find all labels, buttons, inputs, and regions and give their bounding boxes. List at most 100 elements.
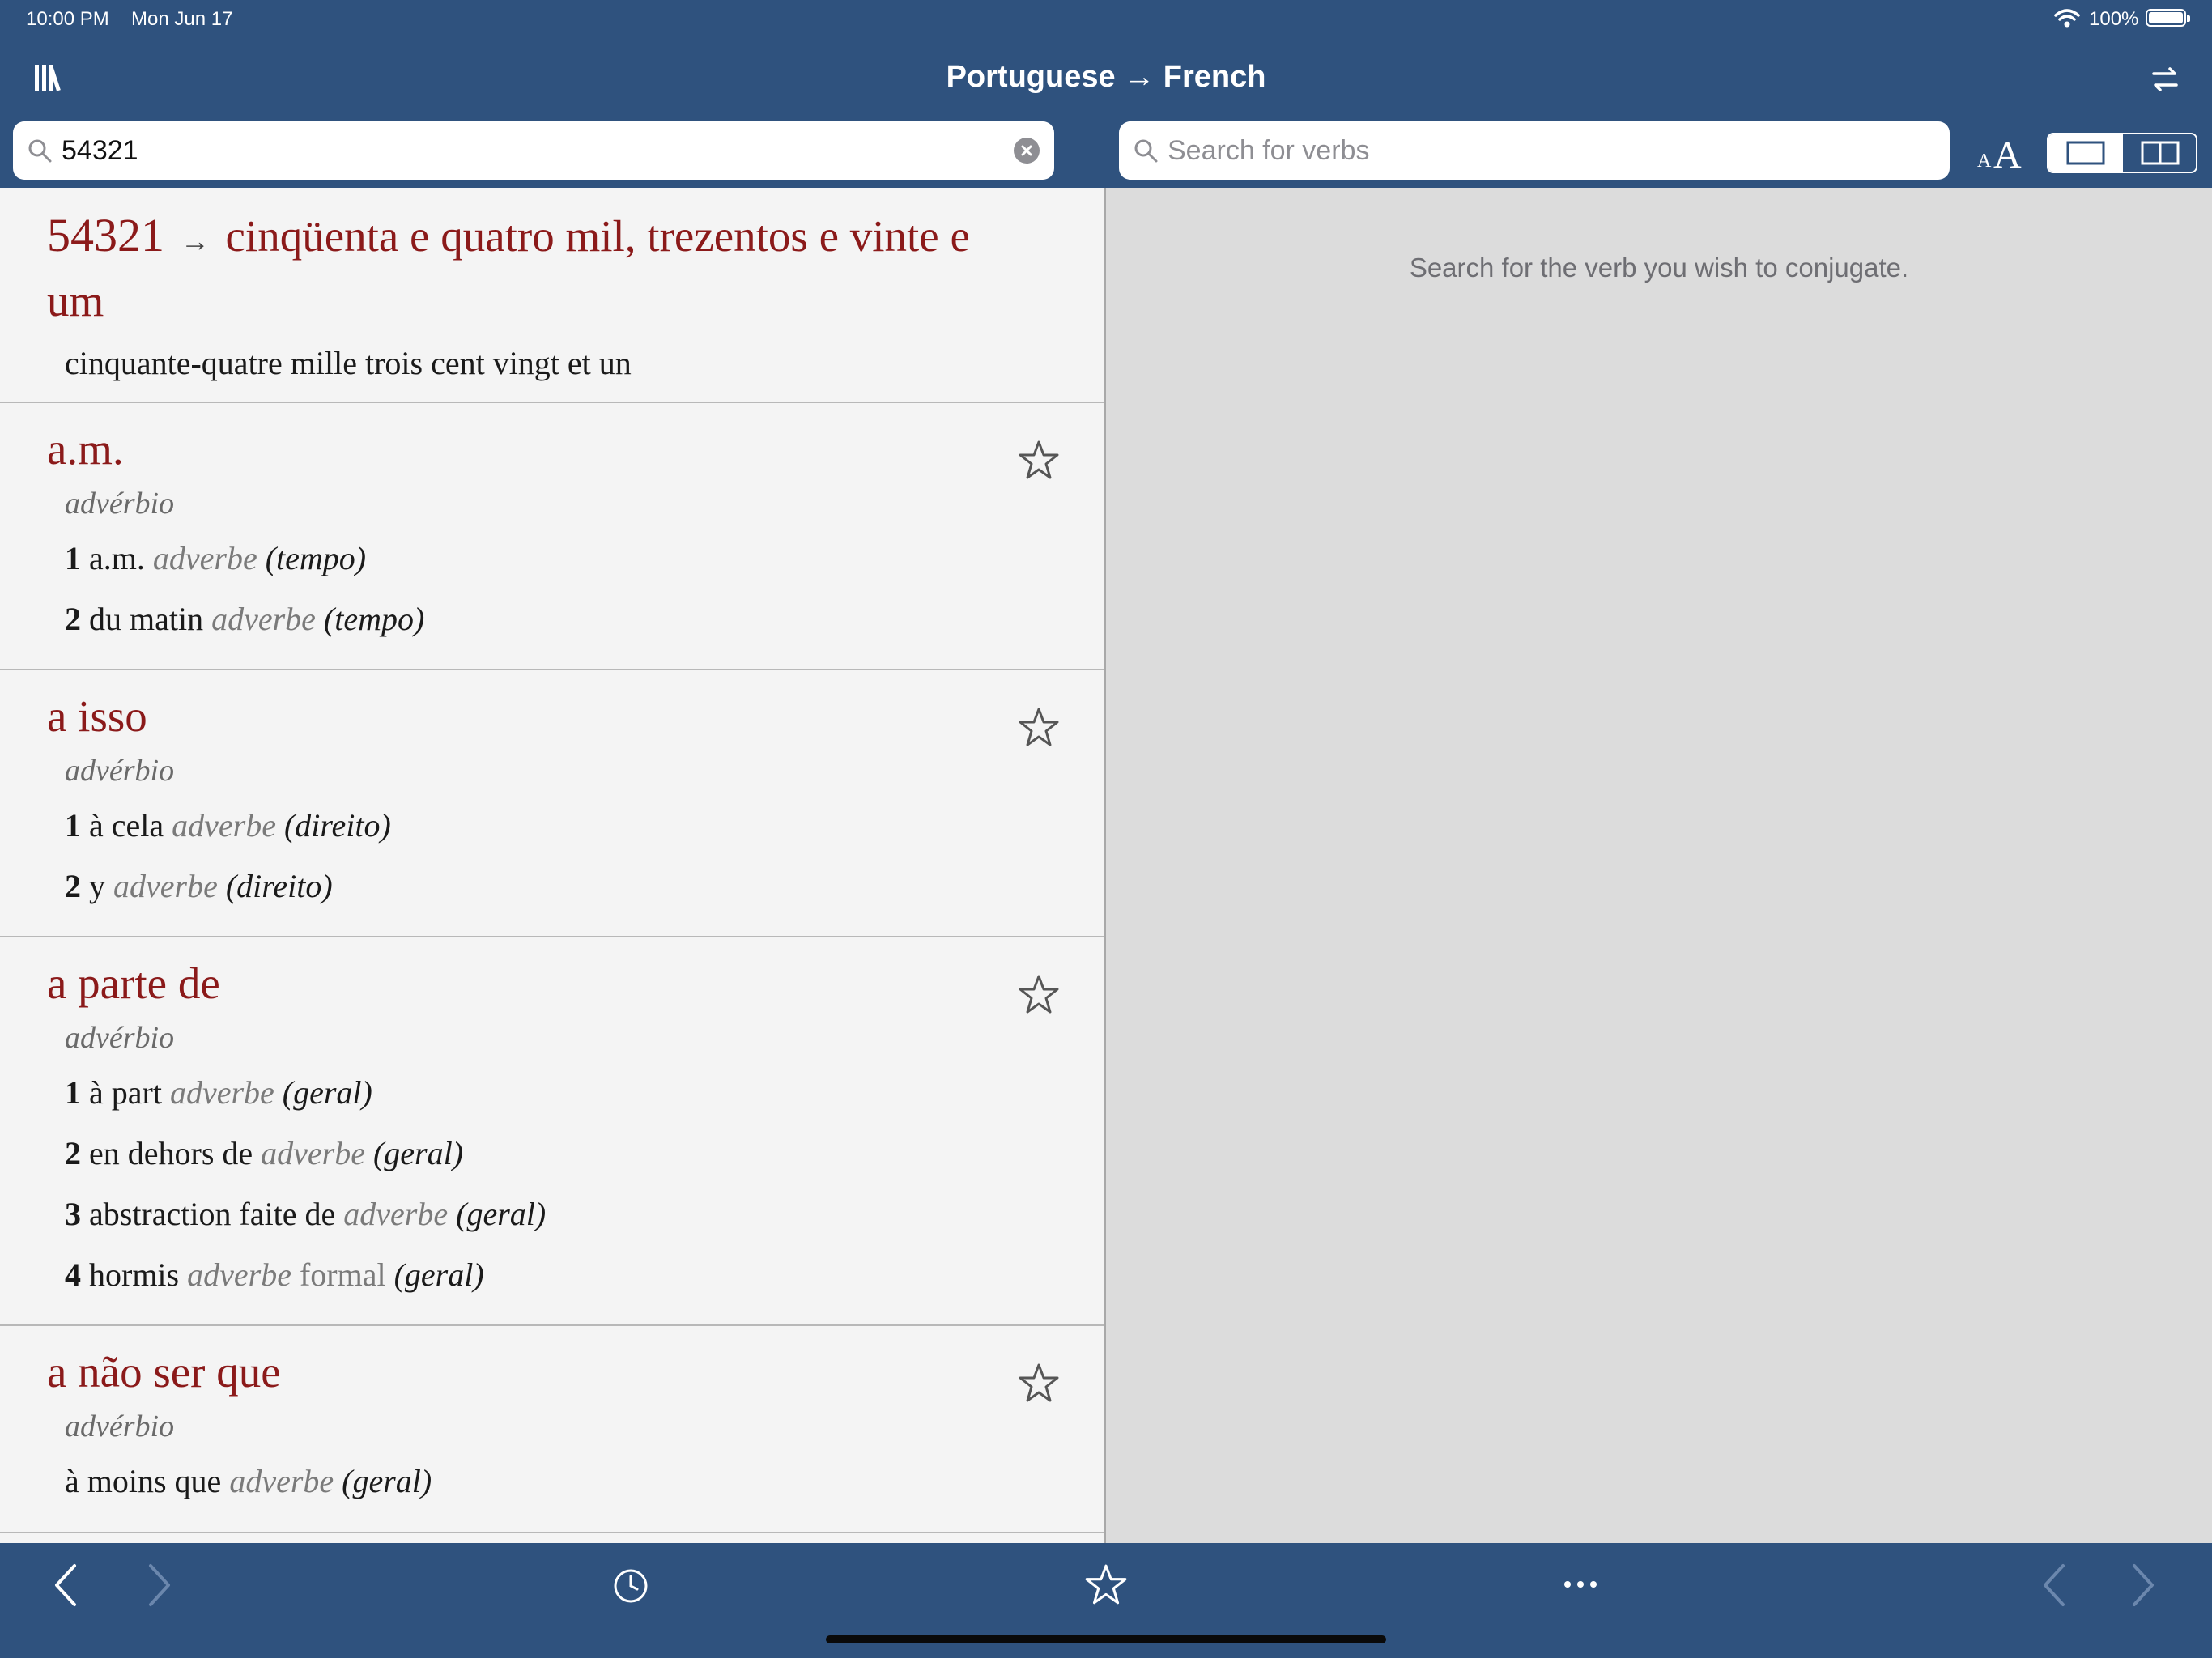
entry-sense: 2 y adverbe (direito): [0, 856, 1104, 916]
star-icon[interactable]: [1017, 973, 1061, 1017]
clear-icon[interactable]: [1014, 138, 1040, 164]
sense-domain: (geral): [456, 1196, 547, 1232]
swap-languages-icon[interactable]: [2149, 63, 2181, 96]
conjugation-pane: Search for the verb you wish to conjugat…: [1106, 188, 2212, 1543]
more-icon[interactable]: [1563, 1579, 1598, 1590]
sense-grammar: adverbe: [343, 1196, 449, 1232]
sense-grammar: adverbe: [113, 868, 218, 904]
entry-part-of-speech: advérbio: [65, 1021, 175, 1055]
sense-grammar: adverbe: [152, 540, 257, 576]
entry-sense: à moins que adverbe (geral): [0, 1451, 1104, 1511]
sense-text: abstraction faite de: [89, 1196, 336, 1232]
star-icon[interactable]: [1017, 706, 1061, 750]
entry-translation: cinquante-quatre mille trois cent vingt …: [65, 345, 632, 381]
entry-headword: a não ser que: [47, 1347, 281, 1397]
sense-grammar: adverbe: [169, 1074, 274, 1111]
status-time: 10:00 PM: [26, 8, 109, 30]
favorites-star-icon[interactable]: [1083, 1562, 1129, 1608]
sense-text: en dehors de: [89, 1135, 253, 1171]
sense-grammar: adverbe: [172, 807, 276, 844]
star-icon[interactable]: [1017, 439, 1061, 483]
entry-sense: 1 a.m. adverbe (tempo): [0, 528, 1104, 589]
status-bar: 10:00 PM Mon Jun 17 100%: [0, 0, 2212, 39]
history-icon[interactable]: [612, 1567, 649, 1605]
dictionary-entry[interactable]: a não ser que advérbio à moins que adverb…: [0, 1326, 1104, 1533]
conjugation-empty-message: Search for the verb you wish to conjugat…: [1409, 253, 1909, 283]
back-icon[interactable]: [52, 1562, 79, 1608]
split-pane-layout-button[interactable]: [2121, 134, 2196, 172]
sense-domain: (geral): [393, 1256, 484, 1293]
sense-register: formal: [299, 1256, 386, 1293]
split-pane-icon: [2141, 141, 2180, 165]
home-indicator[interactable]: [826, 1635, 1386, 1643]
font-size-large-label: A: [1993, 134, 2022, 176]
single-pane-icon: [2066, 141, 2105, 165]
status-date: Mon Jun 17: [131, 8, 233, 30]
sense-grammar: adverbe: [211, 601, 316, 637]
sense-number: 1: [65, 807, 81, 844]
dictionary-search-field[interactable]: [13, 121, 1054, 180]
entry-sense: 2 du matin adverbe (tempo): [0, 589, 1104, 649]
sense-text: y: [89, 868, 105, 904]
layout-segmented-control[interactable]: [2047, 133, 2197, 173]
sense-text: à cela: [89, 807, 164, 844]
entry-sense: 4 hormis adverbe formal (geral): [0, 1244, 1104, 1305]
dictionary-entry[interactable]: 54321 → cinqüenta e quatro mil, trezento…: [0, 188, 1104, 403]
sense-domain: (geral): [282, 1074, 372, 1111]
entry-headword: a.m.: [47, 424, 124, 474]
dictionary-entry[interactable]: a.m. advérbio 1 a.m. adverbe (tempo) 2 du ma…: [0, 403, 1104, 670]
battery-icon: [2146, 9, 2190, 27]
sense-grammar: adverbe: [261, 1135, 365, 1171]
previous-entry-icon[interactable]: [2040, 1562, 2068, 1608]
dictionary-search-input[interactable]: [62, 130, 993, 172]
forward-icon[interactable]: [146, 1562, 173, 1608]
page-title: Portuguese → French: [946, 60, 1266, 94]
sense-grammar: adverbe: [187, 1256, 291, 1293]
sense-number: 4: [65, 1256, 81, 1293]
entry-headword: a isso: [47, 691, 147, 741]
entry-sense: 3 abstraction faite de adverbe (geral): [0, 1184, 1104, 1244]
dictionary-entry[interactable]: a parte de advérbio 1à part adverbe (geral…: [0, 937, 1104, 1326]
sense-number: 2: [65, 868, 81, 904]
sense-number: 3: [65, 1196, 81, 1232]
search-icon: [1134, 139, 1158, 163]
sense-number: 1: [65, 1074, 81, 1111]
sense-number: 1: [65, 540, 81, 576]
search-icon: [28, 139, 52, 163]
sense-text: a.m.: [89, 540, 145, 576]
sense-number: 2: [65, 1135, 81, 1171]
single-pane-layout-button[interactable]: [2048, 134, 2121, 172]
entry-sense: 1à cela adverbe (direito): [0, 795, 1104, 856]
entry-headword: a parte de: [47, 959, 220, 1008]
sense-domain: (direito): [283, 807, 391, 844]
sense-text: à part: [89, 1074, 162, 1111]
dictionary-entry[interactable]: a isso advérbio 1à cela adverbe (direito) …: [0, 670, 1104, 937]
next-entry-icon[interactable]: [2129, 1562, 2157, 1608]
battery-percent: 100%: [2089, 8, 2139, 30]
sense-text: du matin: [89, 601, 204, 637]
star-icon[interactable]: [1017, 1362, 1061, 1405]
sense-text: hormis: [89, 1256, 180, 1293]
entry-part-of-speech: advérbio: [65, 1409, 175, 1443]
entry-sense: 2 en dehors de adverbe (geral): [0, 1123, 1104, 1184]
font-size-small-label: A: [1977, 151, 1992, 172]
verb-search-input[interactable]: [1168, 130, 1929, 172]
font-size-button[interactable]: A A: [1976, 131, 2029, 176]
nav-bar: Portuguese → French: [0, 39, 2212, 120]
sense-grammar: adverbe: [229, 1463, 334, 1499]
sense-domain: (direito): [225, 868, 333, 904]
sense-text: à moins que: [65, 1463, 222, 1499]
sense-domain: (tempo): [265, 540, 367, 576]
sense-domain: (geral): [372, 1135, 464, 1171]
verb-search-field[interactable]: [1119, 121, 1950, 180]
entry-part-of-speech: advérbio: [65, 754, 175, 788]
sense-number: 2: [65, 601, 81, 637]
entry-part-of-speech: advérbio: [65, 487, 175, 521]
entry-number: 54321: [47, 209, 164, 261]
dictionary-results-pane[interactable]: 54321 → cinqüenta e quatro mil, trezento…: [0, 188, 1104, 1543]
wifi-icon: [2054, 9, 2080, 28]
sense-domain: (tempo): [323, 601, 425, 637]
entry-headword: 54321 → cinqüenta e quatro mil, trezento…: [0, 188, 1104, 331]
sense-domain: (geral): [342, 1463, 432, 1499]
entry-sense: 1à part adverbe (geral): [0, 1062, 1104, 1123]
